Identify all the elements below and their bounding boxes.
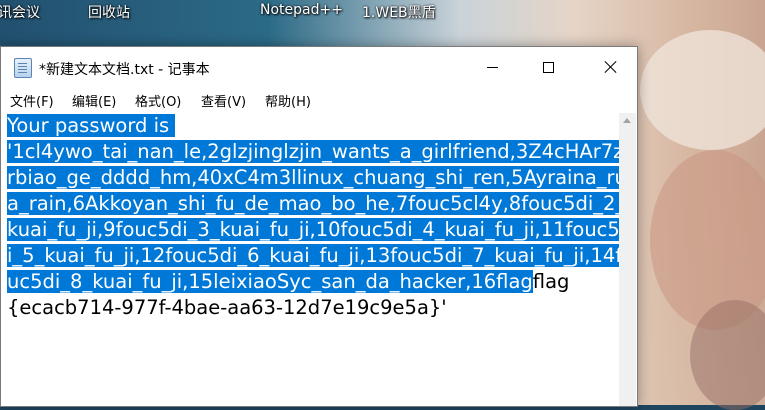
menu-format[interactable]: 格式(O) bbox=[135, 91, 181, 110]
unselected-text: flag bbox=[532, 270, 570, 293]
menu-view[interactable]: 查看(V) bbox=[201, 91, 246, 110]
text-line: {ecacb714-977f-4bae-aa63-12d7e19c9e5a}' bbox=[7, 295, 447, 321]
menu-help[interactable]: 帮助(H) bbox=[265, 91, 311, 110]
scroll-up-arrow-icon[interactable] bbox=[623, 118, 631, 123]
text-line: a_rain,6Akkoyan_shi_fu_de_mao_bo_he,7fou… bbox=[7, 191, 619, 217]
selected-text: '1cl4ywo_tai_nan_le,2glzjinglzjin_wants_… bbox=[7, 140, 619, 163]
wallpaper-shape bbox=[640, 30, 765, 150]
vertical-scrollbar[interactable] bbox=[619, 113, 636, 406]
text-line: rbiao_ge_dddd_hm,40xC4m3llinux_chuang_sh… bbox=[7, 165, 619, 191]
minimize-button[interactable] bbox=[469, 47, 515, 87]
selected-text: rbiao_ge_dddd_hm,40xC4m3llinux_chuang_sh… bbox=[7, 166, 619, 189]
text-line: Your password is bbox=[7, 113, 176, 139]
menu-file[interactable]: 文件(F) bbox=[10, 91, 54, 110]
desktop-icon-recycle-bin[interactable]: 回收站 bbox=[88, 2, 130, 22]
notepad-icon bbox=[14, 58, 32, 78]
minimize-icon bbox=[486, 66, 498, 68]
text-line: '1cl4ywo_tai_nan_le,2glzjinglzjin_wants_… bbox=[7, 139, 619, 165]
maximize-button[interactable] bbox=[525, 47, 571, 87]
wallpaper-shape bbox=[690, 300, 765, 410]
menu-edit[interactable]: 编辑(E) bbox=[72, 91, 116, 110]
desktop-icon-notepadpp[interactable]: Notepad++ bbox=[260, 2, 343, 18]
title-bar[interactable]: *新建文本文档.txt - 记事本 bbox=[1, 47, 637, 87]
maximize-icon bbox=[542, 61, 554, 73]
close-icon bbox=[603, 60, 617, 74]
notepad-window: *新建文本文档.txt - 记事本 文件(F) 编辑(E) 格式(O) 查看(V… bbox=[0, 46, 638, 407]
text-line: uc5di_8_kuai_fu_ji,15leixiaoSyc_san_da_h… bbox=[7, 269, 569, 295]
text-line: i_5_kuai_fu_ji,12fouc5di_6_kuai_fu_ji,13… bbox=[7, 243, 619, 269]
selected-text: a_rain,6Akkoyan_shi_fu_de_mao_bo_he,7fou… bbox=[7, 192, 619, 215]
selected-text: Your password is bbox=[7, 114, 176, 137]
selected-text: i_5_kuai_fu_ji,12fouc5di_6_kuai_fu_ji,13… bbox=[7, 244, 619, 267]
selected-text: kuai_fu_ji,9fouc5di_3_kuai_fu_ji,10fouc5… bbox=[7, 218, 619, 241]
text-editor[interactable]: Your password is '1cl4ywo_tai_nan_le,2gl… bbox=[1, 113, 619, 406]
close-button[interactable] bbox=[587, 47, 633, 87]
desktop-icon-web-heidun[interactable]: 1.WEB黑盾 bbox=[362, 2, 436, 22]
text-line: kuai_fu_ji,9fouc5di_3_kuai_fu_ji,10fouc5… bbox=[7, 217, 619, 243]
menu-bar: 文件(F) 编辑(E) 格式(O) 查看(V) 帮助(H) bbox=[1, 87, 637, 110]
desktop-icon-meeting[interactable]: 讯会议 bbox=[0, 2, 40, 22]
window-title: *新建文本文档.txt - 记事本 bbox=[39, 62, 210, 78]
unselected-text: {ecacb714-977f-4bae-aa63-12d7e19c9e5a}' bbox=[7, 296, 447, 319]
selected-text: uc5di_8_kuai_fu_ji,15leixiaoSyc_san_da_h… bbox=[7, 270, 533, 293]
